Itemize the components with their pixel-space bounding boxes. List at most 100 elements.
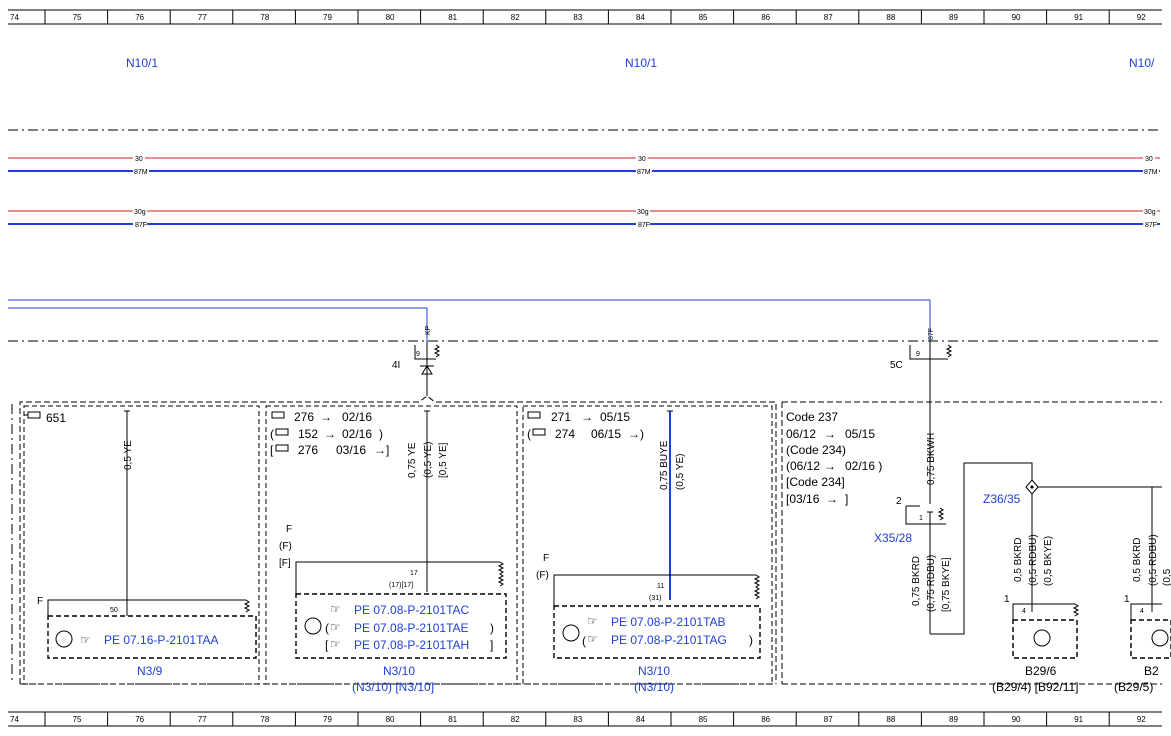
bus-label-87f-mid: 87F	[638, 222, 650, 229]
n39-variant: 651	[46, 411, 66, 425]
sensor-transistor-icon	[1033, 629, 1051, 647]
engine-variant-icon	[275, 428, 289, 436]
ruler-bottom-label: 88	[886, 715, 895, 724]
n310b-v1-date: 05/15	[600, 410, 630, 424]
n310a-wire1: 0,75 YE	[407, 442, 418, 478]
n310b-pin1: 11	[657, 583, 664, 590]
ruler-top-label: 80	[386, 13, 395, 22]
code-line6: [03/16	[786, 492, 820, 506]
ruler-bottom-label: 83	[573, 715, 582, 724]
x35-label: X35/28	[874, 531, 912, 545]
n310a-pin2: (17)[17]	[389, 582, 413, 589]
engine-variant-icon	[275, 444, 289, 452]
pointer-icon: ☞	[330, 602, 341, 616]
ruler-top-label: 86	[761, 13, 770, 22]
n39-wire: 0,5 YE	[123, 440, 134, 470]
b29-wire2: (0,5 RDBU)	[1028, 534, 1039, 586]
bus-label-30-left: 30	[135, 156, 143, 163]
ruler-bottom-label: 91	[1074, 715, 1083, 724]
bus-label-30g-left: 30g	[134, 209, 146, 216]
ruler-bottom-label: 75	[73, 715, 82, 724]
ruler-top-label: 88	[886, 13, 895, 22]
ruler-top-label: 87	[824, 13, 833, 22]
z36-label: Z36/35	[983, 492, 1021, 506]
fuse-right-tag: 87F	[928, 328, 935, 340]
feed-wires	[8, 299, 931, 341]
bus-label-30-mid: 30	[638, 156, 646, 163]
ruler-top-label: 76	[135, 13, 144, 22]
svg-text:): )	[379, 427, 383, 441]
fuse-left: KP 9 4I	[392, 325, 441, 396]
ruler-top-label: 81	[448, 13, 457, 22]
ruler-bottom-label: 82	[511, 715, 520, 724]
n310a-doc2[interactable]: PE 07.08-P-2101TAE	[354, 621, 469, 635]
fuse-right-conn: 9	[916, 351, 920, 358]
module-label-left: N10/1	[126, 56, 158, 70]
ruler-bottom-label: 81	[448, 715, 457, 724]
ruler-bottom-label: 84	[636, 715, 645, 724]
ruler-bottom-label: 92	[1137, 715, 1146, 724]
svg-text:→: →	[320, 410, 332, 424]
fuse-right-ref: 5C	[890, 360, 903, 371]
pointer-icon: ☞	[330, 637, 341, 651]
n310b-doc1[interactable]: PE 07.08-P-2101TAB	[611, 615, 726, 629]
ruler-top-label: 82	[511, 13, 520, 22]
block-n3-10-b: 271 → 05/15 ( 274 06/15 →) 0,75 BUYE (0,…	[522, 405, 773, 694]
n310b-sublabel: (N3/10)	[634, 680, 674, 694]
code-line3: (Code 234)	[786, 443, 846, 457]
ruler-bottom-label: 77	[198, 715, 207, 724]
n39-relay: F	[37, 596, 43, 607]
code-line2b: 05/15	[845, 427, 875, 441]
engine-variant-icon	[24, 411, 41, 419]
n310a-f2: (F)	[279, 541, 292, 552]
b29b-sublabel: (B29/5)	[1114, 680, 1153, 694]
bus-label-87m-left: 87M	[134, 169, 148, 176]
ruler-top-label: 83	[573, 13, 582, 22]
svg-text:): )	[749, 633, 753, 647]
svg-text:[: [	[325, 638, 329, 652]
ruler-bottom-label: 87	[824, 715, 833, 724]
sensor-transistor-icon	[1151, 629, 1169, 647]
svg-text:→: →	[824, 459, 836, 473]
n310a-v3-date: 03/16	[336, 443, 366, 457]
n310b-label: N3/10	[638, 664, 670, 678]
n310b-f1: F	[543, 553, 549, 564]
ruler-bottom-label: 85	[699, 715, 708, 724]
bottom-ruler: 74 75 76 77 78 79 80 81 82 83 84 85 86 87 88 89 90 91 92	[8, 711, 1162, 727]
svg-text:→: →	[581, 410, 593, 424]
fuse-left-ref: 4I	[392, 360, 400, 371]
ruler-bottom-label: 79	[323, 715, 332, 724]
n39-doc-link[interactable]: PE 07.16-P-2101TAA	[104, 633, 219, 647]
bus-label-87m-right: 87M	[1144, 169, 1158, 176]
svg-text:[: [	[270, 443, 274, 457]
svg-text:→]: →]	[374, 443, 389, 457]
b29-label: B29/6	[1025, 664, 1057, 678]
n310a-f3: [F]	[279, 558, 291, 569]
code-line4b: 02/16 )	[845, 459, 882, 473]
x35-pin-b: 1	[919, 515, 923, 522]
ruler-top-label: 77	[198, 13, 207, 22]
n310b-f2: (F)	[536, 570, 549, 581]
code-line6b: ]	[845, 492, 848, 506]
right-wire-left2: (0,75 RDBU)	[926, 555, 937, 612]
ruler-top-label: 90	[1012, 13, 1021, 22]
n310a-doc3[interactable]: PE 07.08-P-2101TAH	[354, 638, 469, 652]
svg-text:]: ]	[490, 638, 493, 652]
code-line5: [Code 234]	[786, 475, 845, 489]
n310b-doc2[interactable]: PE 07.08-P-2101TAG	[611, 633, 727, 647]
pointer-icon: ☞	[587, 614, 598, 628]
n310a-doc1[interactable]: PE 07.08-P-2101TAC	[354, 603, 470, 617]
ruler-bottom-label: 76	[135, 715, 144, 724]
block-n3-10-a: 276 → 02/16 ( 152 → 02/16 ) [ 276 03/16 …	[265, 405, 518, 694]
n310b-pin2: (31)	[649, 595, 661, 602]
ruler-bottom-label: 80	[386, 715, 395, 724]
n310a-v1-code: 276	[294, 410, 314, 424]
n310a-wire3: [0,5 YE]	[438, 442, 449, 478]
svg-text:(: (	[325, 621, 329, 635]
b29-wire3: (0,5 BKYE)	[1043, 536, 1054, 586]
ruler-bottom-label: 90	[1012, 715, 1021, 724]
n310a-f1: F	[286, 524, 292, 535]
b29-sublabel: (B29/4) [B92/11]	[992, 680, 1079, 694]
svg-text:(: (	[270, 427, 274, 441]
code-line4: (06/12	[786, 459, 820, 473]
